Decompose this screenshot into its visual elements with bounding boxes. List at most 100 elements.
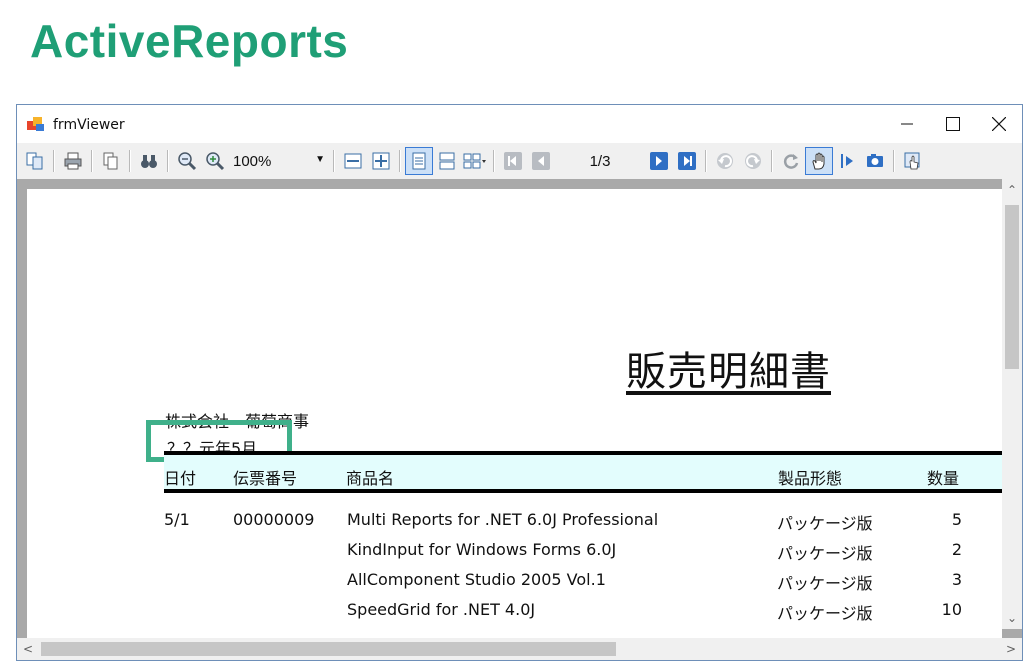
viewer-window: frmViewer 100% ▼ 1/3 販売明細書 株式会社 葡萄商事 ？？元… — [16, 104, 1023, 661]
fit-width-icon — [344, 153, 362, 169]
toolbar-separator — [399, 150, 401, 172]
table-row: 5/1 00000009 Multi Reports for .NET 6.0J… — [27, 510, 1002, 540]
pan-mode-button[interactable] — [805, 147, 833, 175]
toolbar-separator — [493, 150, 495, 172]
binoculars-icon — [141, 155, 157, 168]
cell-qty: 3 — [951, 570, 962, 589]
column-header-date: 日付 — [164, 469, 197, 488]
copy-icon — [103, 152, 118, 170]
fit-page-icon — [372, 152, 390, 170]
multi-page-icon — [463, 153, 486, 169]
find-button[interactable] — [135, 147, 163, 175]
table-row: KindInput for Windows Forms 6.0J パッケージ版 … — [27, 540, 1002, 570]
toolbar-separator — [333, 150, 335, 172]
zoom-out-icon — [178, 152, 197, 171]
touch-icon — [904, 152, 920, 170]
cell-form: パッケージ版 — [777, 574, 873, 593]
single-page-icon — [412, 152, 426, 170]
cell-slip: 00000009 — [233, 510, 315, 529]
toolbar-separator — [91, 150, 93, 172]
column-header-qty: 数量 — [927, 469, 960, 488]
last-page-icon — [678, 152, 696, 170]
maximize-button[interactable] — [930, 105, 976, 143]
table-header: 日付 伝票番号 商品名 製品形態 数量 — [164, 451, 1002, 493]
first-page-icon — [504, 152, 522, 170]
first-page-button[interactable] — [499, 147, 527, 175]
zoom-select[interactable]: 100% ▼ — [229, 149, 329, 173]
selection-mode-button[interactable] — [833, 147, 861, 175]
scroll-up-icon[interactable]: ⌃ — [1002, 179, 1022, 201]
camera-icon — [867, 154, 883, 167]
cell-product: SpeedGrid for .NET 4.0J — [347, 600, 536, 619]
toc-button[interactable] — [21, 147, 49, 175]
vertical-scroll-thumb[interactable] — [1005, 205, 1019, 369]
fit-width-button[interactable] — [339, 147, 367, 175]
scroll-left-icon[interactable]: < — [17, 638, 39, 660]
report-page: 販売明細書 株式会社 葡萄商事 ？？元年5月 日付 伝票番号 商品名 製品形態 … — [27, 189, 1002, 649]
cell-date: 5/1 — [164, 510, 190, 529]
cell-qty: 5 — [951, 510, 962, 529]
zoom-out-button[interactable] — [173, 147, 201, 175]
text-cursor-icon — [841, 154, 853, 168]
close-icon — [992, 117, 1006, 131]
previous-page-button[interactable] — [527, 147, 555, 175]
vertical-scrollbar[interactable]: ⌃ ⌄ — [1002, 179, 1022, 629]
scroll-right-icon[interactable]: > — [1000, 638, 1022, 660]
zoom-in-icon — [206, 152, 225, 171]
refresh-icon — [783, 154, 799, 169]
minimize-icon — [901, 123, 913, 125]
hand-icon — [812, 152, 825, 170]
cell-form: パッケージ版 — [777, 514, 873, 533]
continuous-page-button[interactable] — [433, 147, 461, 175]
app-icon — [27, 117, 44, 131]
last-page-button[interactable] — [673, 147, 701, 175]
scroll-down-icon[interactable]: ⌄ — [1002, 607, 1022, 629]
single-page-button[interactable] — [405, 147, 433, 175]
previous-page-icon — [532, 152, 550, 170]
cell-product: AllComponent Studio 2005 Vol.1 — [347, 570, 606, 589]
snapshot-button[interactable] — [861, 147, 889, 175]
fit-page-button[interactable] — [367, 147, 395, 175]
cell-product: KindInput for Windows Forms 6.0J — [347, 540, 617, 559]
page-indicator[interactable]: 1/3 — [555, 153, 645, 170]
maximize-icon — [946, 117, 960, 131]
cell-qty: 2 — [951, 540, 962, 559]
forward-icon — [745, 153, 761, 169]
table-row: AllComponent Studio 2005 Vol.1 パッケージ版 3 — [27, 570, 1002, 600]
zoom-in-button[interactable] — [201, 147, 229, 175]
touch-mode-button[interactable] — [899, 147, 927, 175]
forward-button[interactable] — [739, 147, 767, 175]
report-viewer-area[interactable]: 販売明細書 株式会社 葡萄商事 ？？元年5月 日付 伝票番号 商品名 製品形態 … — [17, 179, 1022, 660]
window-title: frmViewer — [53, 117, 125, 133]
continuous-page-icon — [439, 152, 455, 170]
printer-icon — [64, 152, 82, 170]
copy-button[interactable] — [97, 147, 125, 175]
print-button[interactable] — [59, 147, 87, 175]
refresh-button[interactable] — [777, 147, 805, 175]
back-icon — [717, 153, 733, 169]
column-header-form: 製品形態 — [778, 469, 843, 488]
toolbar-separator — [771, 150, 773, 172]
next-page-icon — [650, 152, 668, 170]
horizontal-scroll-thumb[interactable] — [41, 642, 616, 656]
back-button[interactable] — [711, 147, 739, 175]
cell-form: パッケージ版 — [777, 604, 873, 623]
zoom-value: 100% — [233, 152, 272, 170]
cell-product: Multi Reports for .NET 6.0J Professional — [347, 510, 659, 529]
toolbar-separator — [893, 150, 895, 172]
column-header-product: 商品名 — [346, 469, 395, 488]
cell-form: パッケージ版 — [777, 544, 873, 563]
toolbar: 100% ▼ 1/3 — [17, 143, 1022, 179]
table-row: SpeedGrid for .NET 4.0J パッケージ版 10 — [27, 600, 1002, 630]
horizontal-scrollbar[interactable]: < > — [17, 638, 1022, 660]
multi-page-button[interactable] — [461, 147, 489, 175]
toc-icon — [26, 152, 43, 170]
toolbar-separator — [705, 150, 707, 172]
minimize-button[interactable] — [884, 105, 930, 143]
next-page-button[interactable] — [645, 147, 673, 175]
cell-qty: 10 — [941, 600, 962, 619]
close-button[interactable] — [976, 105, 1022, 143]
column-header-slip: 伝票番号 — [233, 469, 298, 488]
chevron-down-icon: ▼ — [315, 154, 325, 165]
toolbar-separator — [167, 150, 169, 172]
